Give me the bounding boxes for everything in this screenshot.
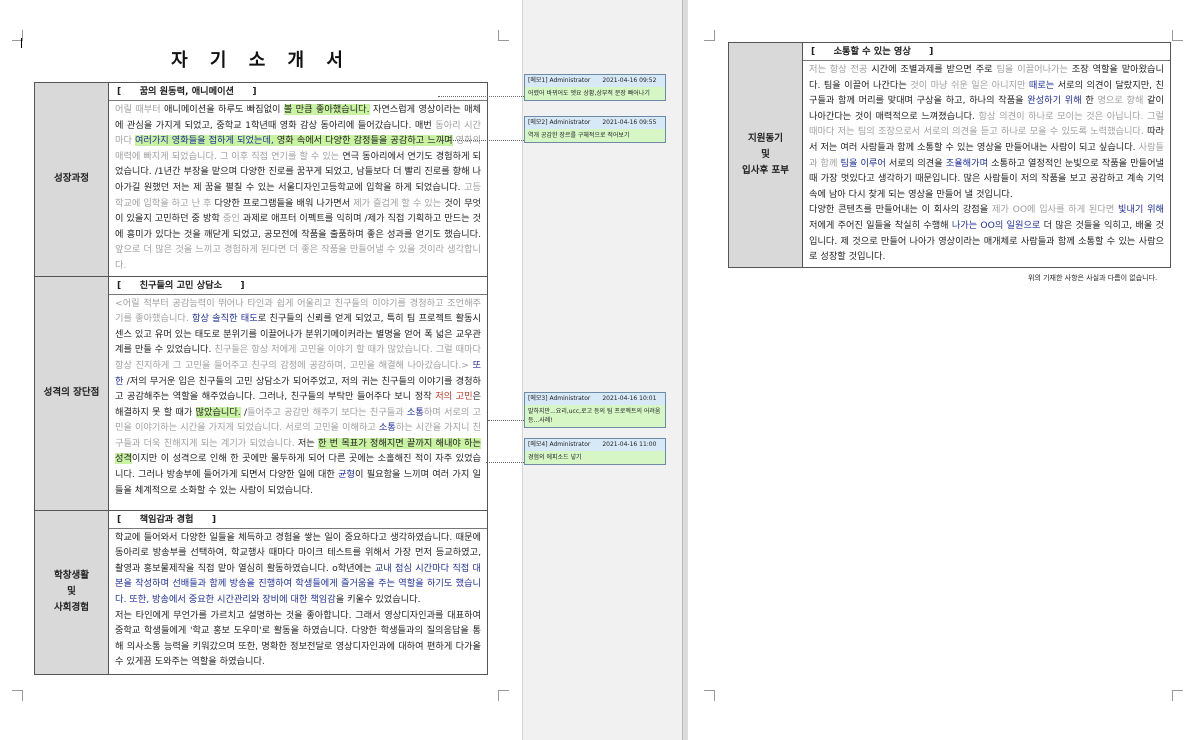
- text-run: 여러가지 영화들을 접하게 되었는데,: [134, 135, 277, 147]
- comment-leader-line: [488, 420, 524, 421]
- text-run: 저에게 주어진 일들을 착실히 수행해: [809, 219, 952, 231]
- text-run: 팀을 이끌어나가는: [996, 64, 1072, 75]
- text-run: 들어주고 공감만 해주기 보다는 친구들과: [247, 406, 407, 418]
- text-run: 많았습니다.: [195, 406, 241, 418]
- text-run: 애니메이션을 하루도 빠짐없이: [163, 104, 284, 115]
- section-heading: [ 친구들의 고민 상담소 ]: [109, 277, 487, 295]
- crop-mark: [12, 690, 23, 701]
- comment-body[interactable]: 경험의 에피소드 넣기: [525, 451, 665, 464]
- section-growth[interactable]: [ 꿈의 원동력, 애니메이션 ] 어릴 때부터 애니메이션을 하루도 빠짐없이…: [108, 82, 488, 277]
- section-label-growth: 성장과정: [34, 82, 109, 277]
- text-run: 다양한 프로그램들을 배워 나가면서: [214, 197, 354, 209]
- comment-box[interactable]: [메모1] Administrator 2021-04-16 09:52 어렸어…: [524, 74, 666, 101]
- document-page-1: 자 기 소 개 서 성장과정 [ 꿈의 원동력, 애니메이션 ] 어릴 때부터 …: [0, 0, 522, 740]
- text-run: 시간에 조별과제를 받으면 주로: [871, 64, 997, 75]
- section-label-motivation: 지원동기 및 입사후 포부: [728, 42, 803, 268]
- text-run: 한: [1081, 95, 1098, 107]
- text-run: 나가는 OO의 일원으로: [951, 219, 1041, 231]
- text-run: 때로는: [1028, 79, 1055, 91]
- text-run: 소통: [406, 406, 424, 418]
- text-run: 중인: [222, 213, 243, 225]
- section-body[interactable]: 학교에 들어와서 다양한 일들을 체득하고 경험을 쌓는 일이 중요하다고 생각…: [109, 529, 487, 672]
- comment-body[interactable]: 말하지만...요리,ucc,로고 등의 팀 프로젝트의 어려움 등...사례!: [525, 405, 665, 427]
- section-body[interactable]: 저는 항상 전공 시간에 조별과제를 받으면 주로 팀을 이끌어나가는 조장 역…: [803, 61, 1170, 267]
- section-heading: [ 책임감과 경험 ]: [109, 511, 487, 529]
- crop-mark: [498, 30, 509, 41]
- document-title: 자 기 소 개 서: [171, 50, 351, 71]
- text-run: 서로의 의견을: [885, 157, 946, 169]
- crop-mark: [704, 690, 715, 701]
- text-run: 조율해가며: [945, 157, 989, 169]
- text-run: 볼 만큼 좋아했습니다.: [283, 104, 370, 115]
- comment-leader-line: [438, 96, 524, 97]
- section-school-life[interactable]: [ 책임감과 경험 ] 학교에 들어와서 다양한 일들을 체득하고 경험을 쌓는…: [108, 509, 488, 675]
- text-run: 소통: [378, 422, 396, 434]
- section-heading: [ 소통할 수 있는 영상 ]: [803, 43, 1170, 61]
- comment-header: [메모2] Administrator 2021-04-16 09:55: [525, 117, 665, 129]
- section-body[interactable]: <어릴 적부터 공감능력이 뛰어나 타인과 쉽게 어울리고 친구들의 이야기를 …: [109, 295, 487, 501]
- text-run: 균형: [338, 469, 356, 481]
- crop-mark: [498, 690, 509, 701]
- crop-mark: [1172, 690, 1183, 701]
- text-run: 저의 고민: [435, 391, 473, 403]
- resume-table: 성장과정 [ 꿈의 원동력, 애니메이션 ] 어릴 때부터 애니메이션을 하루도…: [34, 82, 488, 675]
- comment-header: [메모1] Administrator 2021-04-16 09:52: [525, 75, 665, 87]
- comment-body[interactable]: 어렸어 바뀌어도 엣요 상황,상부적 문장 빠어나기: [525, 87, 665, 100]
- section-label-school-life: 학창생활 및 사회경험: [34, 509, 109, 675]
- crop-mark: [704, 30, 715, 41]
- section-motivation[interactable]: [ 소통할 수 있는 영상 ] 저는 항상 전공 시간에 조별과제를 받으면 주…: [802, 42, 1171, 268]
- text-run: 제가 즐겁게 할 수 있는: [353, 197, 445, 209]
- crop-mark: [1172, 30, 1183, 41]
- text-run: 제가 OO에 입사를 하게 된다면: [991, 204, 1119, 216]
- resume-table-continued: 지원동기 및 입사후 포부 [ 소통할 수 있는 영상 ] 저는 항상 전공 시…: [728, 42, 1171, 268]
- comment-box[interactable]: [메모3] Administrator 2021-04-16 10:01 말하지…: [524, 392, 666, 428]
- section-body[interactable]: 어릴 때부터 애니메이션을 하루도 빠짐없이 볼 만큼 좋아했습니다. 자연스럽…: [109, 101, 487, 276]
- section-label-personality: 성격의 장단점: [34, 275, 109, 511]
- comment-box[interactable]: [메모4] Administrator 2021-04-16 11:00 경험의…: [524, 438, 666, 465]
- declaration-footnote: 위의 기재한 사항은 사실과 다름이 없습니다.: [1028, 274, 1158, 282]
- section-heading: [ 꿈의 원동력, 애니메이션 ]: [109, 83, 487, 101]
- text-run: 완성하기 위해: [1027, 95, 1082, 107]
- text-run: 영화 속에서 다양한 감정들을 공감하고 느끼며: [276, 135, 453, 147]
- text-run: 앞으로 더 많은 것을 느끼고 경험하게 된다면 더 좋은 작품을 만들어낼 수…: [115, 244, 481, 271]
- text-run: 팀을 이루어: [840, 157, 886, 169]
- comment-box[interactable]: [메모2] Administrator 2021-04-16 09:55 역개 …: [524, 116, 666, 143]
- text-run: 명으로 향해: [1097, 95, 1148, 107]
- comment-body[interactable]: 역개 공감한 장르를 구체적으로 적어보기: [525, 129, 665, 142]
- comment-leader-line: [486, 462, 524, 463]
- text-run: 항상 솔직한 태도: [192, 313, 258, 325]
- comment-header: [메모4] Administrator 2021-04-16 11:00: [525, 439, 665, 451]
- text-run: 저는: [297, 437, 318, 449]
- section-personality[interactable]: [ 친구들의 고민 상담소 ] <어릴 적부터 공감능력이 뛰어나 타인과 쉽게…: [108, 275, 488, 511]
- text-run: 것이 마냥 쉬운 일은 아니지만: [910, 79, 1029, 91]
- comment-margin: [522, 0, 683, 740]
- comment-header: [메모3] Administrator 2021-04-16 10:01: [525, 393, 665, 405]
- text-run: 어릴 때부터: [115, 104, 164, 115]
- text-run: 빛내기 위해: [1118, 204, 1165, 216]
- text-run: /저의 무거운 입은 친구들의 고민 상담소가 되어주었고, 저의 귀는 친구들…: [115, 375, 481, 403]
- comment-leader-line: [440, 140, 524, 141]
- document-page-2: 지원동기 및 입사후 포부 [ 소통할 수 있는 영상 ] 저는 항상 전공 시…: [688, 0, 1200, 740]
- text-run: 저는 항상 전공: [809, 64, 872, 75]
